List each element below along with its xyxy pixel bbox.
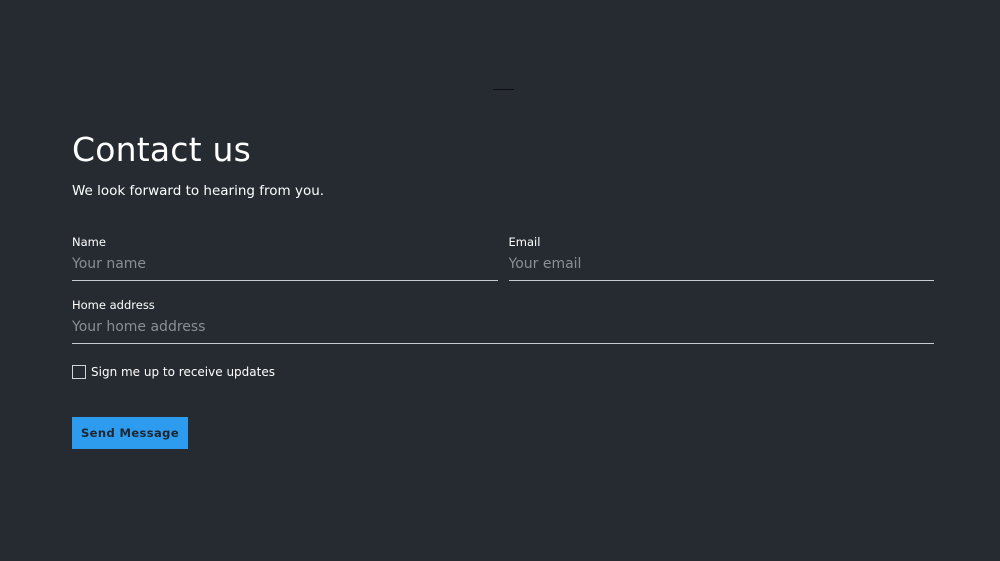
send-message-button[interactable]: Send Message bbox=[72, 417, 188, 449]
address-label: Home address bbox=[72, 298, 155, 312]
contact-form: Name Email Home address Sign me up to re… bbox=[72, 235, 934, 449]
email-input[interactable] bbox=[508, 251, 934, 281]
form-row-address: Home address bbox=[72, 298, 934, 344]
email-label: Email bbox=[508, 235, 541, 249]
contact-section: Contact us We look forward to hearing fr… bbox=[72, 128, 934, 449]
name-input[interactable] bbox=[72, 251, 498, 281]
top-divider bbox=[493, 89, 514, 90]
page-title: Contact us bbox=[72, 130, 251, 169]
updates-checkbox-label: Sign me up to receive updates bbox=[91, 365, 275, 379]
updates-checkbox-row[interactable]: Sign me up to receive updates bbox=[72, 364, 934, 380]
email-field-group: Email bbox=[508, 235, 934, 281]
name-label: Name bbox=[72, 235, 106, 249]
page-subtitle: We look forward to hearing from you. bbox=[72, 183, 325, 199]
updates-checkbox[interactable] bbox=[72, 365, 86, 379]
address-input[interactable] bbox=[72, 314, 934, 344]
form-row-name-email: Name Email bbox=[72, 235, 934, 281]
name-field-group: Name bbox=[72, 235, 498, 281]
address-field-group: Home address bbox=[72, 298, 934, 344]
